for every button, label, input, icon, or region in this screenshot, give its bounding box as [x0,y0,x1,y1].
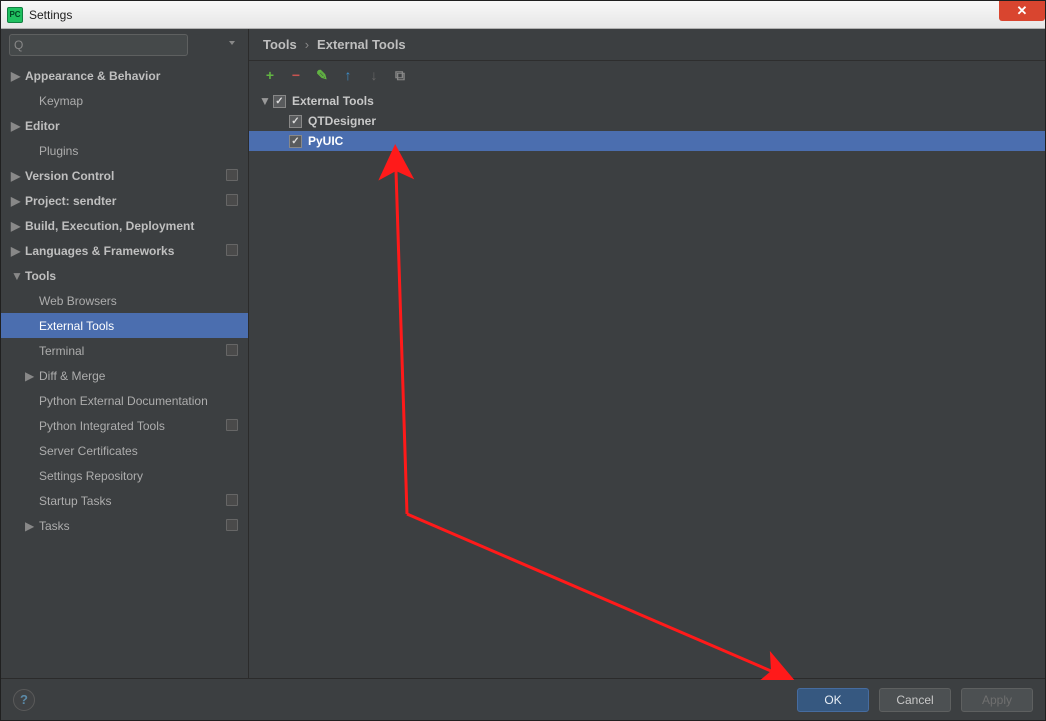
sidebar-item-keymap[interactable]: Keymap [1,88,248,113]
toolbar: + − ✎ ↑ ↓ ⧉ [249,61,1045,89]
titlebar: PC Settings ✕ [1,1,1045,29]
tool-label: PyUIC [308,134,343,148]
scope-badge-icon [226,419,238,431]
chevron-icon: ▶ [11,169,21,183]
chevron-icon: ▶ [11,194,21,208]
sidebar-item-label: Startup Tasks [39,494,111,508]
group-external-tools[interactable]: ▼✓ External Tools [249,91,1045,111]
app-icon: PC [7,7,23,23]
checkbox-icon[interactable]: ✓ [289,135,302,148]
sidebar-item-label: Version Control [25,169,114,183]
breadcrumb-current: External Tools [317,37,406,52]
sidebar-item-label: Python External Documentation [39,394,208,408]
sidebar-item-label: Terminal [39,344,84,358]
close-button[interactable]: ✕ [999,1,1045,21]
sidebar-item-web-browsers[interactable]: Web Browsers [1,288,248,313]
tool-item-qtdesigner[interactable]: ✓ QTDesigner [249,111,1045,131]
sidebar-item-diff-merge[interactable]: ▶ Diff & Merge [1,363,248,388]
sidebar-item-label: Web Browsers [39,294,117,308]
sidebar-item-build-execution-deployment[interactable]: ▶ Build, Execution, Deployment [1,213,248,238]
search-icon: Q [14,38,23,52]
chevron-down-icon: ▼ [259,94,271,108]
scope-badge-icon [226,519,238,531]
settings-tree: ▶ Appearance & Behavior Keymap ▶ Editor Plugi… [1,61,248,678]
add-icon[interactable]: + [263,68,277,82]
tool-item-pyuic[interactable]: ✓ PyUIC [249,131,1045,151]
sidebar-item-label: Editor [25,119,60,133]
chevron-icon: ▶ [25,519,35,533]
chevron-icon: ▶ [11,244,21,258]
sidebar-item-label: Languages & Frameworks [25,244,174,258]
sidebar-item-languages-frameworks[interactable]: ▶ Languages & Frameworks [1,238,248,263]
sidebar-item-server-certificates[interactable]: Server Certificates [1,438,248,463]
sidebar-item-startup-tasks[interactable]: Startup Tasks [1,488,248,513]
sidebar-item-tools[interactable]: ▼ Tools [1,263,248,288]
sidebar-item-version-control[interactable]: ▶ Version Control [1,163,248,188]
tool-label: QTDesigner [308,114,376,128]
chevron-icon: ▶ [25,369,35,383]
sidebar-item-label: Server Certificates [39,444,138,458]
scope-badge-icon [226,194,238,206]
bottom-bar: ? OK Cancel Apply [1,678,1045,720]
sidebar-item-python-external-documentation[interactable]: Python External Documentation [1,388,248,413]
copy-icon[interactable]: ⧉ [393,68,407,82]
breadcrumb: Tools › External Tools [249,29,1045,61]
edit-icon[interactable]: ✎ [315,68,329,82]
sidebar-item-label: Appearance & Behavior [25,69,160,83]
checkbox-icon[interactable]: ✓ [273,95,286,108]
close-icon: ✕ [1017,3,1028,19]
sidebar-item-label: External Tools [39,319,114,333]
sidebar-item-python-integrated-tools[interactable]: Python Integrated Tools [1,413,248,438]
external-tools-tree: ▼✓External Tools✓QTDesigner✓PyUIC [249,89,1045,678]
sidebar-item-label: Project: sendter [25,194,116,208]
sidebar-item-label: Plugins [39,144,78,158]
apply-button: Apply [961,688,1033,712]
sidebar-item-label: Keymap [39,94,83,108]
sidebar-item-external-tools[interactable]: External Tools [1,313,248,338]
content-pane: Tools › External Tools + − ✎ ↑ ↓ ⧉ ▼✓Ext… [249,29,1045,678]
group-label: External Tools [292,94,374,108]
sidebar-item-label: Settings Repository [39,469,143,483]
sidebar-item-settings-repository[interactable]: Settings Repository [1,463,248,488]
sidebar-item-label: Diff & Merge [39,369,105,383]
remove-icon[interactable]: − [289,68,303,82]
help-button[interactable]: ? [13,689,35,711]
window-title: Settings [29,8,72,22]
sidebar-item-project-sendter[interactable]: ▶ Project: sendter [1,188,248,213]
scope-badge-icon [226,244,238,256]
sidebar: Q ▶ Appearance & Behavior Keymap ▶ Editor Plu… [1,29,249,678]
sidebar-item-label: Tasks [39,519,70,533]
sidebar-item-label: Tools [25,269,56,283]
breadcrumb-root[interactable]: Tools [263,37,297,52]
sidebar-item-tasks[interactable]: ▶ Tasks [1,513,248,538]
sidebar-item-appearance-behavior[interactable]: ▶ Appearance & Behavior [1,63,248,88]
breadcrumb-separator: › [305,37,309,52]
scope-badge-icon [226,344,238,356]
sidebar-item-label: Build, Execution, Deployment [25,219,194,233]
chevron-icon: ▶ [11,69,21,83]
move-down-icon: ↓ [367,68,381,82]
scope-badge-icon [226,494,238,506]
chevron-icon: ▶ [11,219,21,233]
chevron-icon: ▶ [11,119,21,133]
chevron-down-icon [229,41,235,45]
move-up-icon[interactable]: ↑ [341,68,355,82]
ok-button[interactable]: OK [797,688,869,712]
sidebar-item-terminal[interactable]: Terminal [1,338,248,363]
scope-badge-icon [226,169,238,181]
sidebar-item-label: Python Integrated Tools [39,419,165,433]
sidebar-item-plugins[interactable]: Plugins [1,138,248,163]
checkbox-icon[interactable]: ✓ [289,115,302,128]
chevron-icon: ▼ [11,269,21,283]
search-input[interactable] [9,34,188,56]
sidebar-item-editor[interactable]: ▶ Editor [1,113,248,138]
cancel-button[interactable]: Cancel [879,688,951,712]
